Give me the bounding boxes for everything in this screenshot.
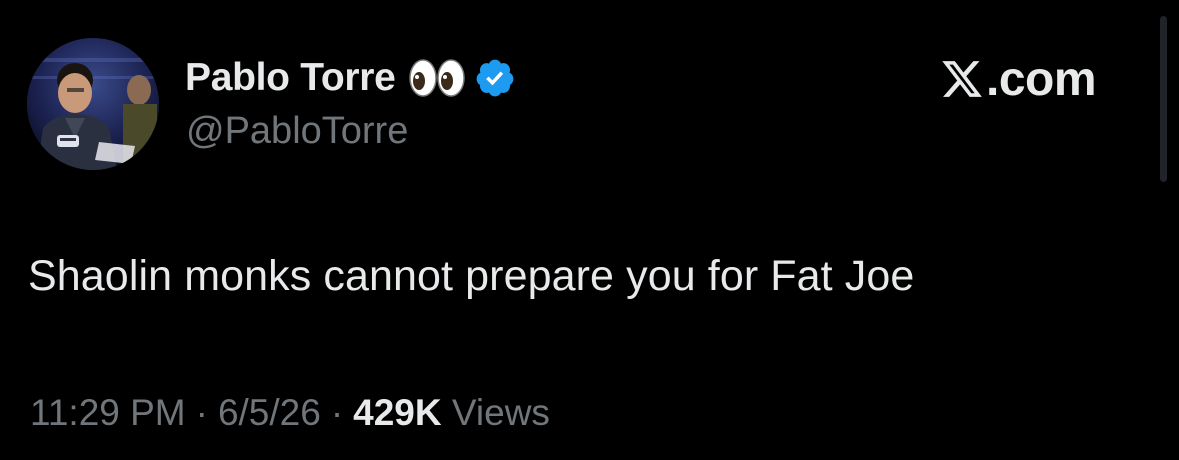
scrollbar[interactable]	[1160, 16, 1167, 182]
author-display-name[interactable]: Pablo Torre	[185, 56, 396, 100]
brand-watermark: .com	[940, 52, 1097, 106]
views-count[interactable]: 429K	[353, 392, 441, 433]
tweet-meta: 11:29 PM · 6/5/26 · 429K Views	[30, 392, 550, 434]
meta-separator: ·	[330, 392, 344, 433]
author-name-row[interactable]: Pablo Torre	[185, 54, 516, 102]
tweet-card: Pablo Torre @PabloTorre .com Shaolin mon…	[0, 0, 1179, 460]
verified-badge-icon[interactable]	[474, 57, 516, 99]
x-logo-icon	[940, 57, 984, 101]
meta-separator: ·	[195, 392, 208, 433]
tweet-text: Shaolin monks cannot prepare you for Fat…	[28, 252, 915, 300]
author-handle[interactable]: @PabloTorre	[186, 110, 408, 153]
tweet-date[interactable]: 6/5/26	[218, 392, 321, 433]
views-label[interactable]: Views	[452, 392, 550, 433]
tweet-time[interactable]: 11:29 PM	[30, 392, 186, 433]
avatar[interactable]	[27, 38, 159, 170]
eyes-icon	[408, 58, 466, 98]
avatar-image	[27, 38, 159, 170]
brand-domain-text: .com	[986, 52, 1097, 106]
